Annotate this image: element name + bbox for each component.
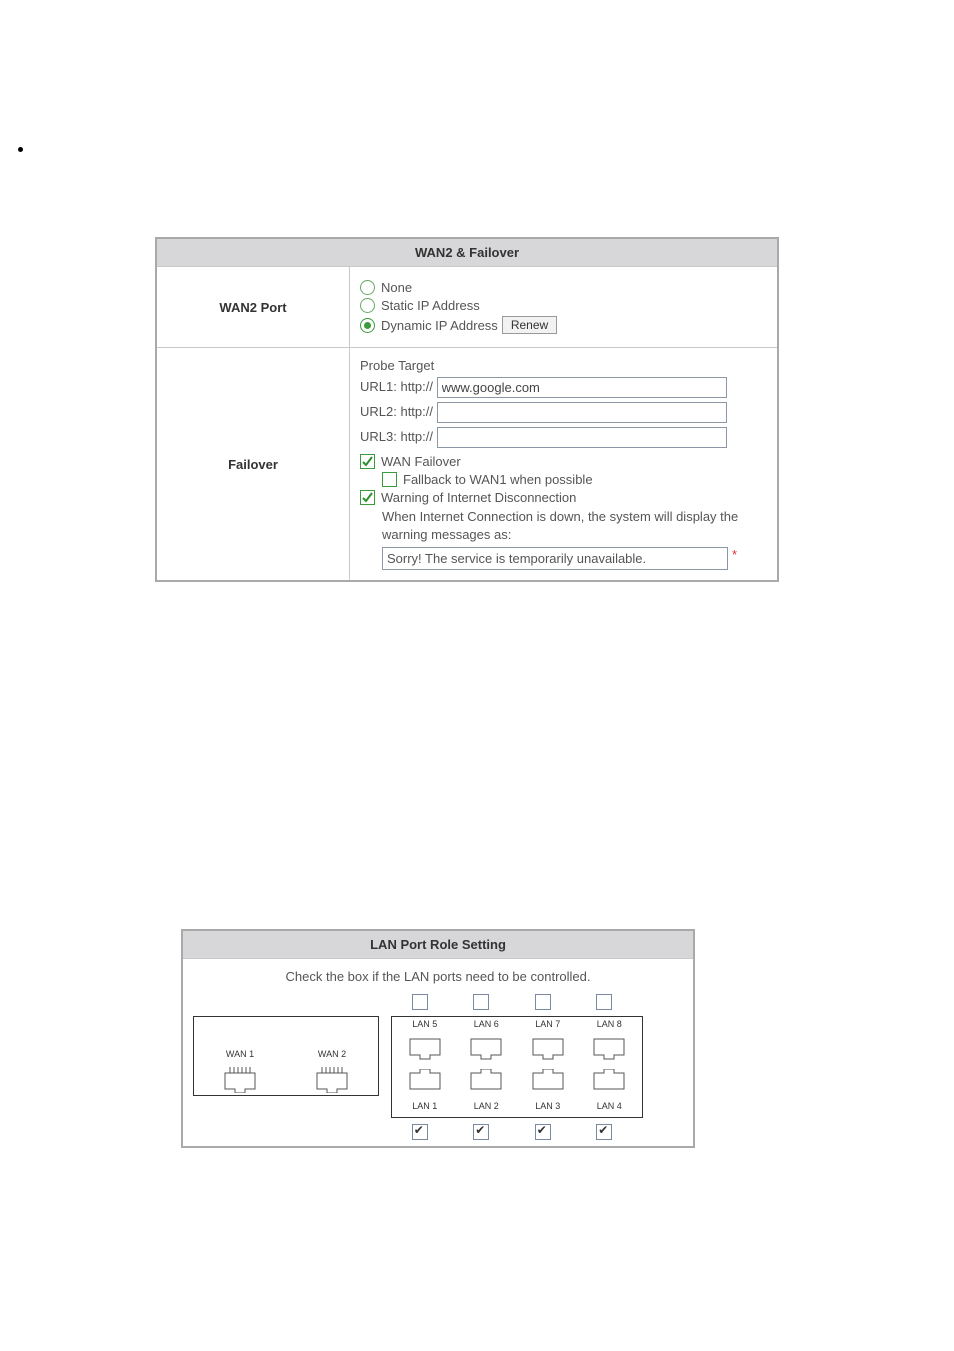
radio-icon[interactable] [360,280,375,295]
wan2-opt-none-label: None [381,280,412,295]
lan1-label: LAN 1 [412,1101,437,1111]
lan7-label: LAN 7 [535,1019,560,1029]
url2-input[interactable] [437,402,727,423]
url3-input[interactable] [437,427,727,448]
url1-input[interactable] [437,377,727,398]
wan2-opt-static[interactable]: Static IP Address [360,298,767,313]
lan5-top-checkbox[interactable] [412,994,428,1010]
wan2-port-cell: None Static IP Address Dynamic IP Addres… [350,267,779,348]
warn-desc-text: When Internet Connection is down, the sy… [382,508,767,543]
lan1-bot-checkbox[interactable] [412,1124,428,1140]
rj45-port-icon [222,1063,258,1093]
url1-label: URL1: http:// [360,379,433,394]
lan-port-desc: Check the box if the LAN ports need to b… [193,969,683,984]
lan7-top-checkbox[interactable] [535,994,551,1010]
lan-port-role-cell: Check the box if the LAN ports need to b… [182,959,694,1148]
rj45-port-icon [530,1037,566,1065]
rj45-port-icon [591,1069,627,1097]
lan-port-role-header: LAN Port Role Setting [182,930,694,959]
wan2-opt-dynamic-label: Dynamic IP Address [381,318,498,333]
lan4-bot-checkbox[interactable] [596,1124,612,1140]
warn-disc-label: Warning of Internet Disconnection [381,490,576,505]
radio-icon[interactable] [360,318,375,333]
wan2-port-label: WAN2 Port [156,267,350,348]
bullet-icon [18,147,23,152]
lan-ports-box: LAN 5 LAN 1 LAN 6 LAN 2 LAN 7 LAN 3 [391,1016,643,1118]
radio-icon[interactable] [360,298,375,313]
lan2-bot-checkbox[interactable] [473,1124,489,1140]
rj45-port-icon [407,1037,443,1065]
lan2-label: LAN 2 [474,1101,499,1111]
lan3-bot-checkbox[interactable] [535,1124,551,1140]
rj45-port-icon [407,1069,443,1097]
renew-button[interactable]: Renew [502,316,557,334]
required-star: * [732,547,737,562]
wan1-label: WAN 1 [226,1049,254,1059]
failover-label: Failover [156,348,350,582]
rj45-port-icon [468,1069,504,1097]
checkbox-icon[interactable] [360,490,375,505]
wan2-opt-static-label: Static IP Address [381,298,480,313]
rj45-port-icon [591,1037,627,1065]
url2-label: URL2: http:// [360,404,433,419]
wan2-opt-dynamic[interactable]: Dynamic IP Address Renew [360,316,767,334]
rj45-port-icon [468,1037,504,1065]
failover-cell: Probe Target URL1: http:// URL2: http://… [350,348,779,582]
wan2-failover-table: WAN2 & Failover WAN2 Port None Static IP… [155,237,779,582]
wan2-failover-header: WAN2 & Failover [156,238,778,267]
url3-label: URL3: http:// [360,429,433,444]
lan8-top-checkbox[interactable] [596,994,612,1010]
lan3-label: LAN 3 [535,1101,560,1111]
lan-port-role-table: LAN Port Role Setting Check the box if t… [181,929,695,1148]
lan8-label: LAN 8 [597,1019,622,1029]
wan-failover-label: WAN Failover [381,454,461,469]
lan5-label: LAN 5 [412,1019,437,1029]
fallback-label: Fallback to WAN1 when possible [403,472,593,487]
warn-msg-input[interactable]: Sorry! The service is temporarily unavai… [382,547,728,570]
wan2-opt-none[interactable]: None [360,280,767,295]
checkbox-icon[interactable] [382,472,397,487]
wan2-label: WAN 2 [318,1049,346,1059]
rj45-port-icon [314,1063,350,1093]
checkbox-icon[interactable] [360,454,375,469]
probe-target-label: Probe Target [360,358,767,373]
rj45-port-icon [530,1069,566,1097]
wan-ports-box: WAN 1 WAN 2 [193,1016,379,1096]
lan6-label: LAN 6 [474,1019,499,1029]
lan4-label: LAN 4 [597,1101,622,1111]
lan6-top-checkbox[interactable] [473,994,489,1010]
